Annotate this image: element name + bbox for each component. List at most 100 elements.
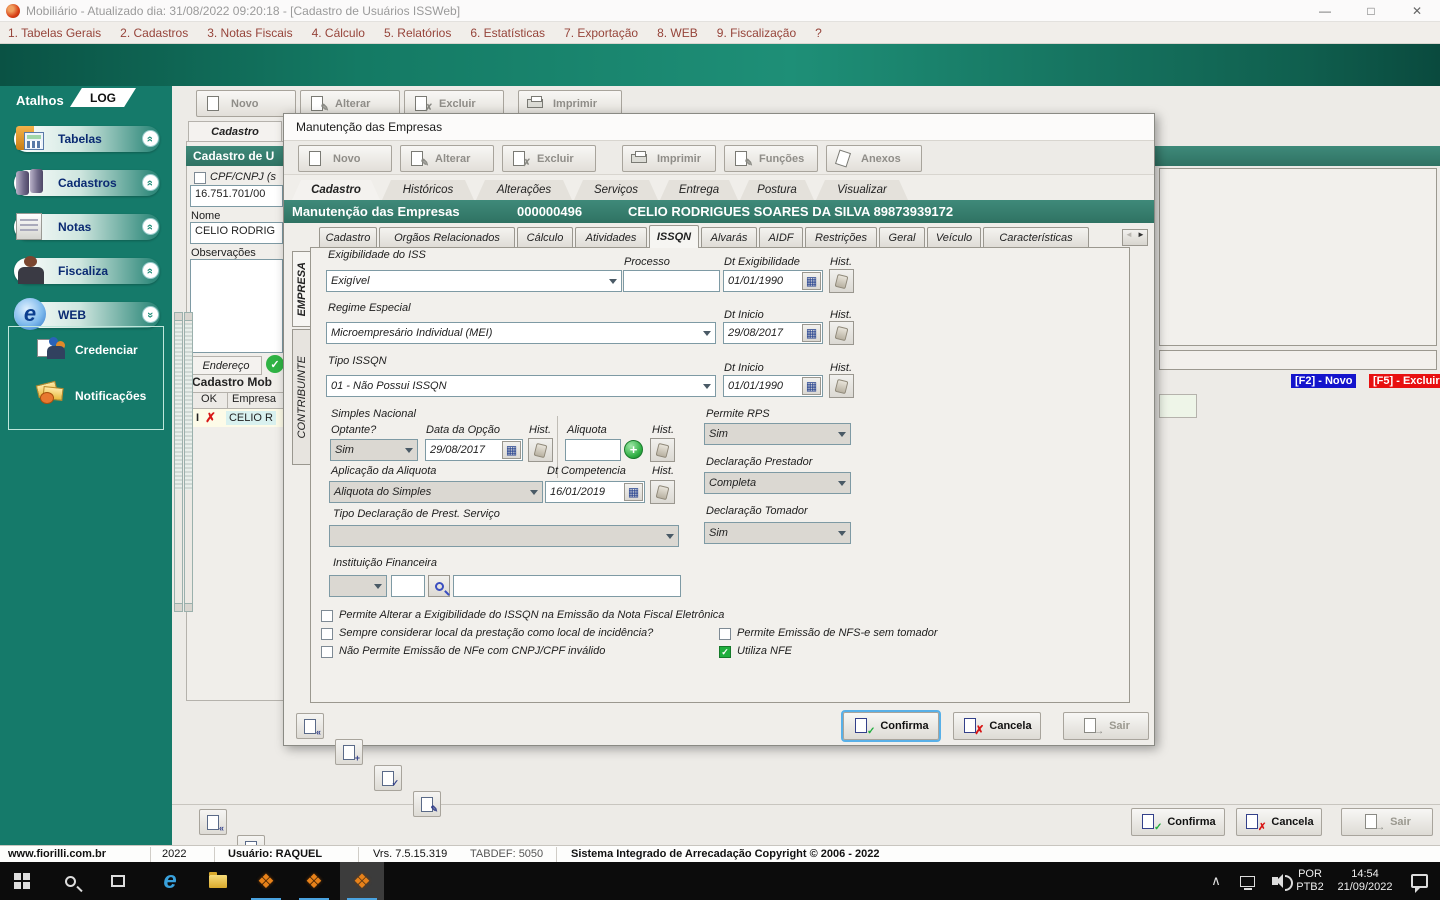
tab-orgaos-relacionados[interactable]: Orgãos Relacionados xyxy=(379,227,515,248)
menu-notas-fiscais[interactable]: 3. Notas Fiscais xyxy=(207,26,292,40)
tab-caracteristicas[interactable]: Características xyxy=(983,227,1089,248)
tab-empresa-vertical[interactable]: EMPRESA xyxy=(292,251,310,327)
volume-tray-icon[interactable] xyxy=(1258,862,1293,900)
dt-inicio-tipo-input[interactable]: 01/01/1990 ▦ xyxy=(723,375,823,397)
nao-permite-emissao-nfe-checkbox[interactable] xyxy=(321,646,333,658)
calendar-icon[interactable]: ▦ xyxy=(802,377,821,395)
sidebar-item-notas[interactable]: Notas » xyxy=(0,212,172,246)
aliquota-add-button[interactable]: + xyxy=(624,440,643,459)
calendar-icon[interactable]: ▦ xyxy=(502,441,521,459)
menu-web[interactable]: 8. WEB xyxy=(657,26,698,40)
tab-cadastro-usuarios[interactable]: Cadastro xyxy=(188,121,282,141)
dialog-novo-button[interactable]: Novo xyxy=(298,145,392,172)
taskbar-explorer-button[interactable] xyxy=(196,862,240,900)
record-confirm-button[interactable]: ✓ xyxy=(374,765,402,791)
status-site[interactable]: www.fiorilli.com.br xyxy=(8,848,106,860)
sidebar-item-credenciar[interactable]: Credenciar xyxy=(37,335,157,365)
menu-estatisticas[interactable]: 6. Estatísticas xyxy=(470,26,545,40)
cpf-input[interactable]: 16.751.701/00 xyxy=(190,185,283,207)
cpf-checkbox[interactable] xyxy=(194,172,206,184)
tab-endereco[interactable]: Endereço xyxy=(190,356,262,375)
maximize-button[interactable]: □ xyxy=(1348,0,1394,22)
close-button[interactable]: ✕ xyxy=(1394,0,1440,22)
col-header-empresa[interactable]: Empresa xyxy=(228,392,285,409)
tab-postura[interactable]: Postura xyxy=(740,180,814,200)
tab-aidf[interactable]: AIDF xyxy=(759,227,803,248)
taskbar-search-button[interactable] xyxy=(48,862,92,900)
chevron-double-down-icon[interactable]: » xyxy=(142,174,159,191)
sidebar-item-fiscaliza[interactable]: Fiscaliza » xyxy=(0,256,172,290)
dt-exigibilidade-input[interactable]: 01/01/1990 ▦ xyxy=(723,270,823,292)
clock[interactable]: 14:54 21/09/2022 xyxy=(1330,862,1400,900)
minimize-button[interactable]: — xyxy=(1302,0,1348,22)
calendar-icon[interactable]: ▦ xyxy=(802,324,821,342)
tab-historicos[interactable]: Históricos xyxy=(382,180,474,200)
tab-alteracoes[interactable]: Alterações xyxy=(476,180,572,200)
dialog-alterar-button[interactable]: ✎ Alterar xyxy=(400,145,494,172)
tab-scroll-right-button[interactable]: ► xyxy=(1135,230,1147,245)
sidebar-item-notificacoes[interactable]: Notificações xyxy=(35,380,161,411)
cancela-button[interactable]: ✗ Cancela xyxy=(1236,808,1322,836)
tab-atividades[interactable]: Atividades xyxy=(575,227,647,248)
nome-input[interactable]: CELIO RODRIG xyxy=(190,222,283,244)
chevron-double-up-icon[interactable]: » xyxy=(142,306,159,323)
data-opcao-input[interactable]: 29/08/2017 ▦ xyxy=(425,439,523,461)
dialog-cancela-button[interactable]: ✗ Cancela xyxy=(953,712,1041,740)
menu-calculo[interactable]: 4. Cálculo xyxy=(312,26,365,40)
permite-rps-select[interactable]: Sim xyxy=(704,423,851,445)
taskbar-app3-button-active[interactable]: ❖ xyxy=(340,862,384,900)
menu-fiscalizacao[interactable]: 9. Fiscalização xyxy=(717,26,796,40)
tab-restricoes[interactable]: Restrições xyxy=(805,227,877,248)
tab-visualizar[interactable]: Visualizar xyxy=(816,180,908,200)
dialog-imprimir-button[interactable]: Imprimir xyxy=(622,145,716,172)
processo-input[interactable] xyxy=(623,270,720,292)
tipo-declaracao-select[interactable] xyxy=(329,525,679,547)
aliquota-hist-button[interactable] xyxy=(650,438,675,462)
instituicao-search-button[interactable] xyxy=(428,575,450,597)
vertical-scrollbar[interactable] xyxy=(184,312,193,612)
tab-contribuinte-vertical[interactable]: CONTRIBUINTE xyxy=(292,329,310,465)
regime-hist-button[interactable] xyxy=(829,321,854,345)
instituicao-code-select[interactable] xyxy=(329,575,387,597)
regime-especial-select[interactable]: Microempresário Individual (MEI) xyxy=(326,322,716,344)
dialog-excluir-button[interactable]: ✗ Excluir xyxy=(502,145,596,172)
taskbar-ie-button[interactable]: e xyxy=(148,862,192,900)
tab-cadastro[interactable]: Cadastro xyxy=(292,180,380,200)
permite-alterar-exigibilidade-checkbox[interactable] xyxy=(321,610,333,622)
menu-tabelas-gerais[interactable]: 1. Tabelas Gerais xyxy=(8,26,101,40)
dialog-funcoes-button[interactable]: ✎ Funções xyxy=(724,145,818,172)
dialog-anexos-button[interactable]: Anexos xyxy=(826,145,922,172)
novo-button[interactable]: Novo xyxy=(196,90,296,117)
chevron-double-down-icon[interactable]: » xyxy=(142,130,159,147)
observacoes-textarea[interactable] xyxy=(190,259,283,353)
aplicacao-aliquota-select[interactable]: Aliquota do Simples xyxy=(329,481,543,503)
permite-emissao-nfse-checkbox[interactable] xyxy=(719,628,731,640)
menu-cadastros[interactable]: 2. Cadastros xyxy=(120,26,188,40)
calendar-icon[interactable]: ▦ xyxy=(802,272,821,290)
instituicao-name-input[interactable] xyxy=(453,575,681,597)
tab-scroll-left-button[interactable]: ◄ xyxy=(1123,230,1135,245)
sidebar-item-tabelas[interactable]: Tabelas » xyxy=(0,124,172,158)
sempre-considerar-local-checkbox[interactable] xyxy=(321,628,333,640)
record-edit-button[interactable]: ✎ xyxy=(413,791,441,817)
dt-inicio-regime-input[interactable]: 29/08/2017 ▦ xyxy=(723,322,823,344)
aliquota-input[interactable] xyxy=(565,439,621,461)
menu-exportacao[interactable]: 7. Exportação xyxy=(564,26,638,40)
utiliza-nfe-checkbox[interactable]: ✓ xyxy=(719,646,731,658)
instituicao-id-input[interactable] xyxy=(391,575,425,597)
tab-veiculo[interactable]: Veículo xyxy=(927,227,981,248)
exigibilidade-hist-button[interactable] xyxy=(829,269,854,293)
chevron-double-down-icon[interactable]: » xyxy=(142,218,159,235)
record-first-button[interactable]: « xyxy=(199,809,227,835)
optante-select[interactable]: Sim xyxy=(330,439,418,461)
language-indicator[interactable]: POR PTB2 xyxy=(1290,862,1330,900)
table-row[interactable]: I ✗ CELIO R xyxy=(190,409,285,427)
aplicacao-hist-button[interactable] xyxy=(650,480,675,504)
menu-help[interactable]: ? xyxy=(815,26,822,40)
sidebar-tab-atalhos[interactable]: Atalhos xyxy=(16,93,64,108)
declaracao-prestador-select[interactable]: Completa xyxy=(704,472,851,494)
col-header-ok[interactable]: OK xyxy=(190,392,228,409)
confirma-button[interactable]: ✓ Confirma xyxy=(1131,808,1225,836)
sidebar-item-cadastros[interactable]: Cadastros » xyxy=(0,168,172,202)
task-view-button[interactable] xyxy=(96,862,140,900)
